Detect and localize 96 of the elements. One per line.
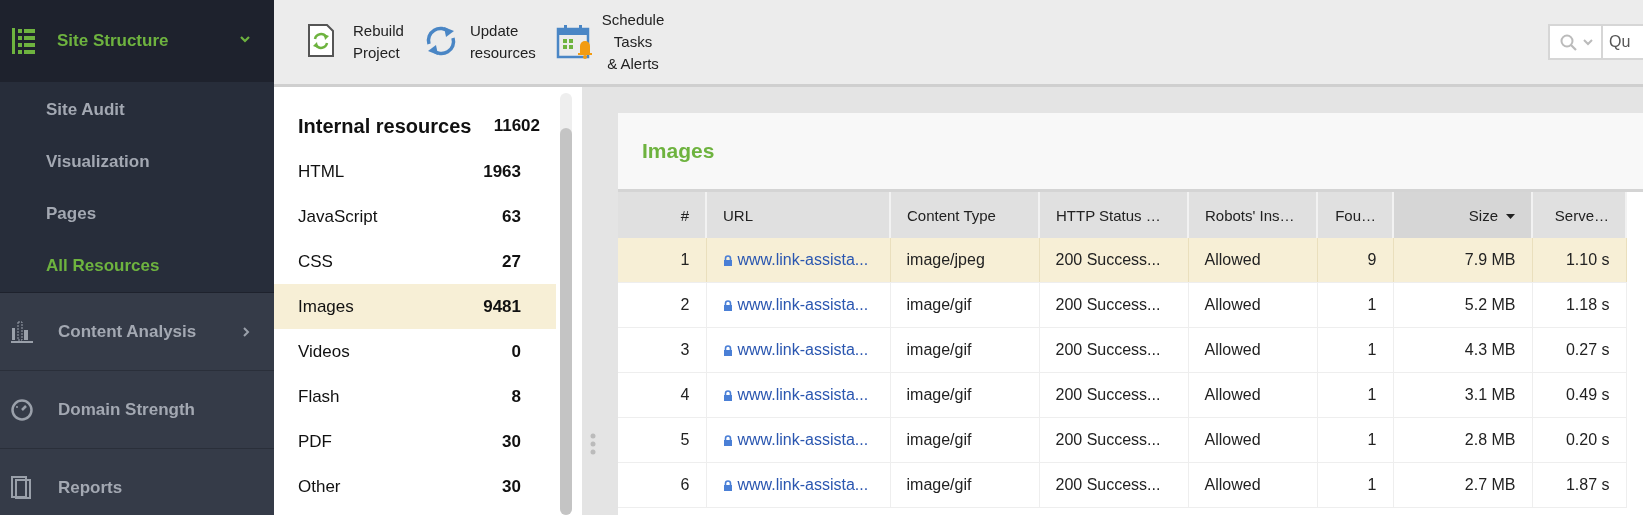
column-header[interactable]: #	[618, 192, 706, 238]
table-cell: 200 Success...	[1039, 372, 1188, 418]
table-cell: 1	[618, 238, 706, 283]
table-cell: 200 Success...	[1039, 462, 1188, 508]
sidebar-item[interactable]: Site Audit	[0, 84, 274, 136]
table-cell: 1.18 s	[1532, 282, 1626, 328]
resource-item[interactable]: Flash 8	[274, 374, 556, 419]
url-link[interactable]: www.link-assista...	[706, 462, 890, 508]
table-cell: 4	[618, 372, 706, 418]
lock-icon	[722, 255, 733, 266]
table-cell: 200 Success...	[1039, 238, 1188, 283]
table-cell: 1	[1317, 282, 1393, 328]
table-cell: 3.1 MB	[1393, 372, 1532, 418]
table-cell: 200 Success...	[1039, 417, 1188, 463]
sidebar-item[interactable]: All Resources	[0, 240, 274, 292]
sidebar-section-title[interactable]: Site Structure	[57, 31, 218, 51]
resource-item[interactable]: CSS 27	[274, 239, 556, 284]
resource-item[interactable]: Images 9481	[274, 284, 556, 329]
table-cell: 4.3 MB	[1393, 327, 1532, 373]
url-link[interactable]: www.link-assista...	[706, 282, 890, 328]
table-cell: 1	[1317, 462, 1393, 508]
table-cell: 0.49 s	[1532, 372, 1626, 418]
toolbar-button[interactable]: Rebuild Project	[307, 20, 404, 64]
search-icon	[1560, 33, 1577, 51]
table-cell: image/gif	[890, 372, 1039, 418]
lock-icon	[722, 480, 733, 491]
column-header[interactable]: Fou…	[1317, 192, 1393, 238]
url-link[interactable]: www.link-assista...	[706, 327, 890, 373]
lock-icon	[722, 300, 733, 311]
table-cell: 3	[618, 327, 706, 373]
table-cell: Allowed	[1188, 327, 1317, 373]
gauge-icon	[11, 397, 34, 422]
column-header[interactable]: Content Type	[890, 192, 1039, 238]
table-cell: 2	[618, 282, 706, 328]
table-cell: image/jpeg	[890, 238, 1039, 283]
sort-down-icon	[1506, 214, 1515, 220]
search-field[interactable]: Qu	[1603, 24, 1643, 60]
sidebar-section[interactable]: Domain Strength	[58, 399, 250, 420]
resource-item[interactable]: HTML 1963	[274, 149, 556, 194]
table-cell: image/gif	[890, 417, 1039, 463]
search-options-button[interactable]	[1548, 24, 1603, 60]
table-cell: Allowed	[1188, 238, 1317, 283]
column-header[interactable]: Size	[1393, 192, 1532, 238]
table-cell: Allowed	[1188, 417, 1317, 463]
lock-icon	[722, 345, 733, 356]
table-cell: 0.20 s	[1532, 417, 1626, 463]
resource-item[interactable]: Videos 0	[274, 329, 556, 374]
bar-chart-icon	[11, 319, 34, 344]
table-cell: 200 Success...	[1039, 327, 1188, 373]
toolbar-button[interactable]: Update resources	[423, 20, 536, 64]
resource-item[interactable]: Other 30	[274, 464, 556, 509]
resource-item[interactable]: PDF 30	[274, 419, 556, 464]
url-link[interactable]: www.link-assista...	[706, 372, 890, 418]
resource-item[interactable]: JavaScript 63	[274, 194, 556, 239]
table-cell: 200 Success...	[1039, 282, 1188, 328]
table-cell: 5.2 MB	[1393, 282, 1532, 328]
table-cell: image/gif	[890, 327, 1039, 373]
column-header[interactable]: HTTP Status …	[1039, 192, 1188, 238]
caret-icon	[1583, 38, 1593, 46]
url-link[interactable]: www.link-assista...	[706, 417, 890, 463]
table-cell: 7.9 MB	[1393, 238, 1532, 283]
table-cell: image/gif	[890, 462, 1039, 508]
total-count: 11602	[493, 116, 540, 136]
table-cell: Allowed	[1188, 462, 1317, 508]
url-link[interactable]: www.link-assista...	[706, 238, 890, 283]
table-cell: Allowed	[1188, 282, 1317, 328]
sidebar-item[interactable]: Visualization	[0, 136, 274, 188]
chevron-icon	[243, 326, 250, 337]
calendar-bell-icon	[555, 24, 592, 60]
table-cell: 6	[618, 462, 706, 508]
table-cell: 5	[618, 417, 706, 463]
sidebar-section[interactable]: Content Analysis	[58, 321, 219, 342]
table-cell: 2.8 MB	[1393, 417, 1532, 463]
tree-list-icon	[12, 28, 35, 54]
table-cell: 9	[1317, 238, 1393, 283]
sidebar-section[interactable]: Reports	[58, 477, 250, 498]
drag-handle-icon	[590, 433, 596, 455]
lock-icon	[722, 435, 733, 446]
section-title: Images	[642, 139, 715, 163]
table-cell: Allowed	[1188, 372, 1317, 418]
table-cell: 1.87 s	[1532, 462, 1626, 508]
table-cell: 0.27 s	[1532, 327, 1626, 373]
sidebar-item[interactable]: Pages	[0, 188, 274, 240]
toolbar-button[interactable]: Schedule Tasks & Alerts	[555, 9, 665, 75]
table-cell: 1	[1317, 417, 1393, 463]
table-cell: 1	[1317, 327, 1393, 373]
document-icon	[11, 475, 34, 500]
table-cell: 1.10 s	[1532, 238, 1626, 283]
column-header[interactable]: URL	[706, 192, 890, 238]
lock-icon	[722, 390, 733, 401]
column-header[interactable]: Robots' Ins…	[1188, 192, 1317, 238]
panel-title: Internal resources	[298, 114, 472, 138]
table-cell: image/gif	[890, 282, 1039, 328]
table-cell: 2.7 MB	[1393, 462, 1532, 508]
column-header[interactable]: Serve…	[1532, 192, 1626, 238]
table-cell: 1	[1317, 372, 1393, 418]
